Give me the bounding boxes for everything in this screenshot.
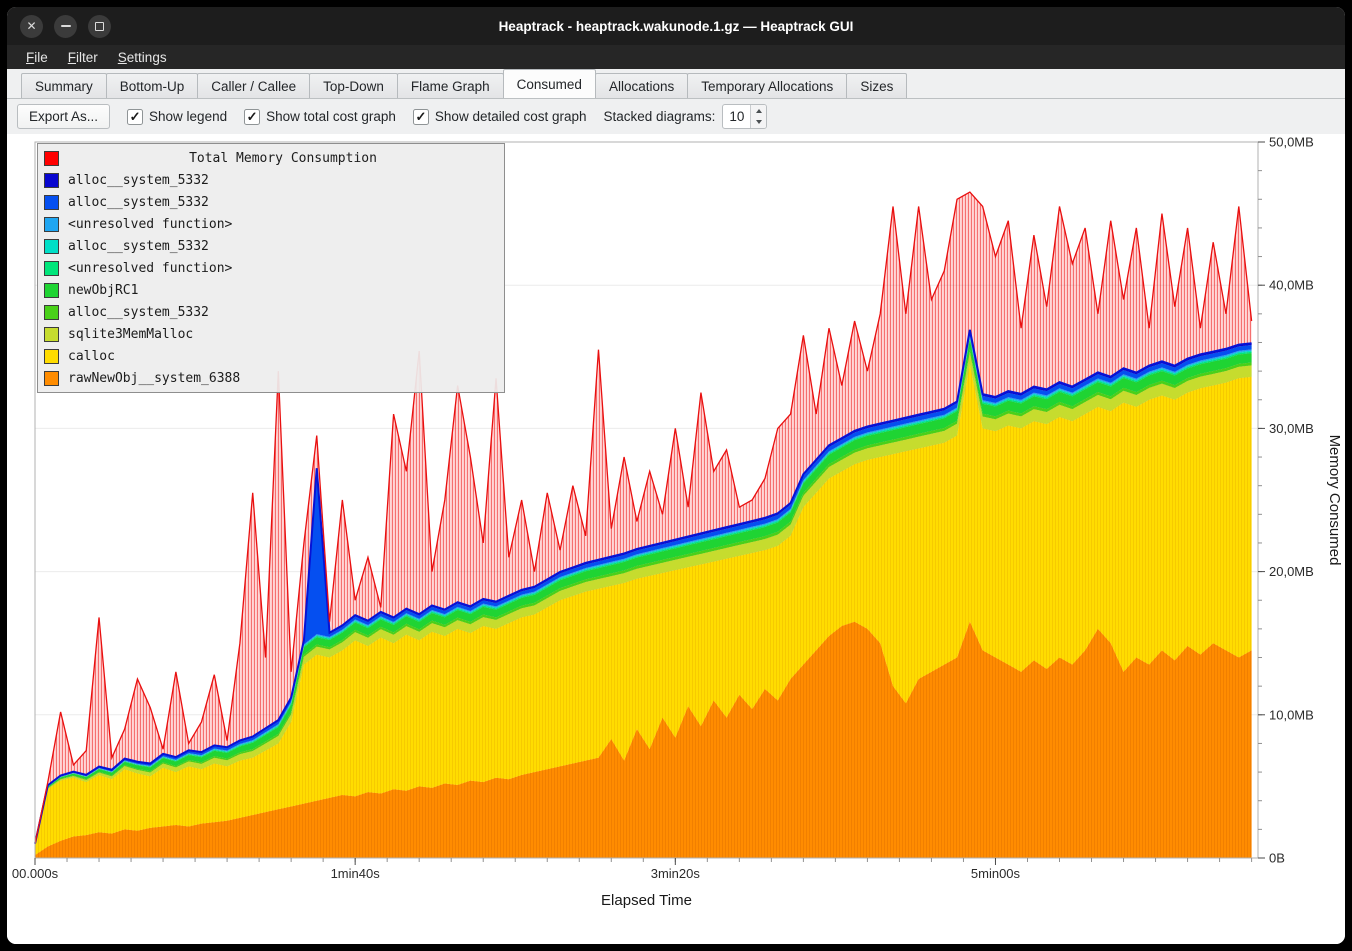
legend-item: <unresolved function> bbox=[38, 257, 504, 279]
stacked-diagrams-spinbox[interactable] bbox=[722, 104, 767, 129]
legend-item-label: calloc bbox=[68, 349, 115, 364]
legend-item-label: alloc__system_5332 bbox=[68, 305, 209, 320]
svg-text:5min00s: 5min00s bbox=[971, 866, 1021, 881]
legend-swatch bbox=[44, 217, 59, 232]
window-controls: ✕ bbox=[7, 15, 111, 38]
checkbox-show-legend[interactable]: ✓ Show legend bbox=[127, 109, 227, 125]
tab-temporary-allocations[interactable]: Temporary Allocations bbox=[687, 73, 847, 98]
legend-item-label: alloc__system_5332 bbox=[68, 195, 209, 210]
chart-legend: Total Memory Consumption alloc__system_5… bbox=[37, 143, 505, 393]
legend-swatch bbox=[44, 349, 59, 364]
stepper-up-button[interactable] bbox=[751, 105, 766, 117]
svg-text:0B: 0B bbox=[1269, 851, 1285, 866]
legend-swatch bbox=[44, 173, 59, 188]
maximize-icon bbox=[95, 22, 104, 31]
stacked-diagrams-control: Stacked diagrams: bbox=[604, 104, 768, 129]
legend-swatch bbox=[44, 239, 59, 254]
legend-swatch bbox=[44, 195, 59, 210]
chart-area: 00.000s 1min40s 3min20s 5min00s Elapsed Time… bbox=[7, 134, 1345, 944]
checkmark-icon: ✓ bbox=[127, 109, 143, 125]
legend-item: alloc__system_5332 bbox=[38, 169, 504, 191]
main-toolbar: Export As... ✓ Show legend ✓ Show total cos… bbox=[7, 99, 1345, 134]
close-button[interactable]: ✕ bbox=[20, 15, 43, 38]
checkmark-icon: ✓ bbox=[244, 109, 260, 125]
legend-item: newObjRC1 bbox=[38, 279, 504, 301]
x-axis-title: Elapsed Time bbox=[601, 892, 692, 909]
title-bar: Heaptrack - heaptrack.wakunode.1.gz — He… bbox=[7, 7, 1345, 45]
legend-item: rawNewObj__system_6388 bbox=[38, 367, 504, 389]
svg-text:10,0MB: 10,0MB bbox=[1269, 707, 1314, 722]
menu-item-settings[interactable]: Settings bbox=[109, 47, 176, 68]
legend-item: alloc__system_5332 bbox=[38, 301, 504, 323]
legend-item: sqlite3MemMalloc bbox=[38, 323, 504, 345]
window-body: Heaptrack - heaptrack.wakunode.1.gz — He… bbox=[7, 7, 1345, 944]
minimize-button[interactable] bbox=[54, 15, 77, 38]
legend-item-label: <unresolved function> bbox=[68, 217, 232, 232]
checkmark-icon: ✓ bbox=[413, 109, 429, 125]
tab-caller-callee[interactable]: Caller / Callee bbox=[197, 73, 310, 98]
tab-allocations[interactable]: Allocations bbox=[595, 73, 688, 98]
tab-top-down[interactable]: Top-Down bbox=[309, 73, 398, 98]
legend-item: calloc bbox=[38, 345, 504, 367]
stacked-diagrams-input[interactable] bbox=[723, 105, 750, 128]
y-axis: 0B 10,0MB 20,0MB 30,0MB 40,0MB 50,0MB Memory C… bbox=[1258, 135, 1343, 866]
legend-swatch bbox=[44, 327, 59, 342]
stepper-down-button[interactable] bbox=[751, 117, 766, 129]
menu-bar: FileFilterSettings bbox=[7, 45, 1345, 69]
maximize-button[interactable] bbox=[88, 15, 111, 38]
tab-consumed[interactable]: Consumed bbox=[503, 69, 596, 98]
svg-text:50,0MB: 50,0MB bbox=[1269, 135, 1314, 150]
app-window: Heaptrack - heaptrack.wakunode.1.gz — He… bbox=[0, 0, 1352, 951]
svg-text:40,0MB: 40,0MB bbox=[1269, 278, 1314, 293]
tab-sizes[interactable]: Sizes bbox=[846, 73, 907, 98]
legend-swatch bbox=[44, 371, 59, 386]
checkbox-label: Show total cost graph bbox=[266, 109, 396, 124]
legend-swatch-total bbox=[44, 151, 59, 166]
toolbar-checkboxes: ✓ Show legend ✓ Show total cost graph ✓ Show … bbox=[127, 109, 587, 125]
menu-item-file[interactable]: File bbox=[17, 47, 57, 68]
checkbox-label: Show detailed cost graph bbox=[435, 109, 587, 124]
checkbox-label: Show legend bbox=[149, 109, 227, 124]
window-title: Heaptrack - heaptrack.wakunode.1.gz — He… bbox=[7, 19, 1345, 34]
y-axis-title: Memory Consumed bbox=[1326, 435, 1343, 566]
legend-title: Total Memory Consumption bbox=[68, 151, 498, 166]
legend-item-label: alloc__system_5332 bbox=[68, 239, 209, 254]
legend-item: alloc__system_5332 bbox=[38, 191, 504, 213]
stepper-buttons bbox=[750, 105, 766, 128]
tab-bar: SummaryBottom-UpCaller / CalleeTop-DownF… bbox=[7, 69, 1345, 99]
export-as-button[interactable]: Export As... bbox=[17, 104, 110, 129]
chevron-down-icon bbox=[756, 120, 762, 124]
legend-item-label: <unresolved function> bbox=[68, 261, 232, 276]
svg-text:20,0MB: 20,0MB bbox=[1269, 564, 1314, 579]
legend-title-row: Total Memory Consumption bbox=[38, 147, 504, 169]
svg-text:00.000s: 00.000s bbox=[12, 866, 59, 881]
legend-swatch bbox=[44, 261, 59, 276]
minimize-icon bbox=[61, 25, 71, 27]
legend-item-label: sqlite3MemMalloc bbox=[68, 327, 193, 342]
menu-item-filter[interactable]: Filter bbox=[59, 47, 107, 68]
chevron-up-icon bbox=[756, 109, 762, 113]
x-axis: 00.000s 1min40s 3min20s 5min00s Elapsed Time bbox=[12, 858, 1252, 909]
legend-item: <unresolved function> bbox=[38, 213, 504, 235]
legend-swatch bbox=[44, 283, 59, 298]
legend-item-label: rawNewObj__system_6388 bbox=[68, 371, 240, 386]
checkbox-show-detailed-cost-graph[interactable]: ✓ Show detailed cost graph bbox=[413, 109, 587, 125]
legend-item-label: alloc__system_5332 bbox=[68, 173, 209, 188]
legend-swatch bbox=[44, 305, 59, 320]
tab-flame-graph[interactable]: Flame Graph bbox=[397, 73, 504, 98]
svg-text:1min40s: 1min40s bbox=[331, 866, 381, 881]
legend-item: alloc__system_5332 bbox=[38, 235, 504, 257]
tab-summary[interactable]: Summary bbox=[21, 73, 107, 98]
svg-text:30,0MB: 30,0MB bbox=[1269, 421, 1314, 436]
checkbox-show-total-cost-graph[interactable]: ✓ Show total cost graph bbox=[244, 109, 396, 125]
close-icon: ✕ bbox=[26, 20, 36, 32]
stacked-diagrams-label: Stacked diagrams: bbox=[604, 109, 716, 124]
legend-item-label: newObjRC1 bbox=[68, 283, 138, 298]
tab-bottom-up[interactable]: Bottom-Up bbox=[106, 73, 199, 98]
svg-text:3min20s: 3min20s bbox=[651, 866, 701, 881]
